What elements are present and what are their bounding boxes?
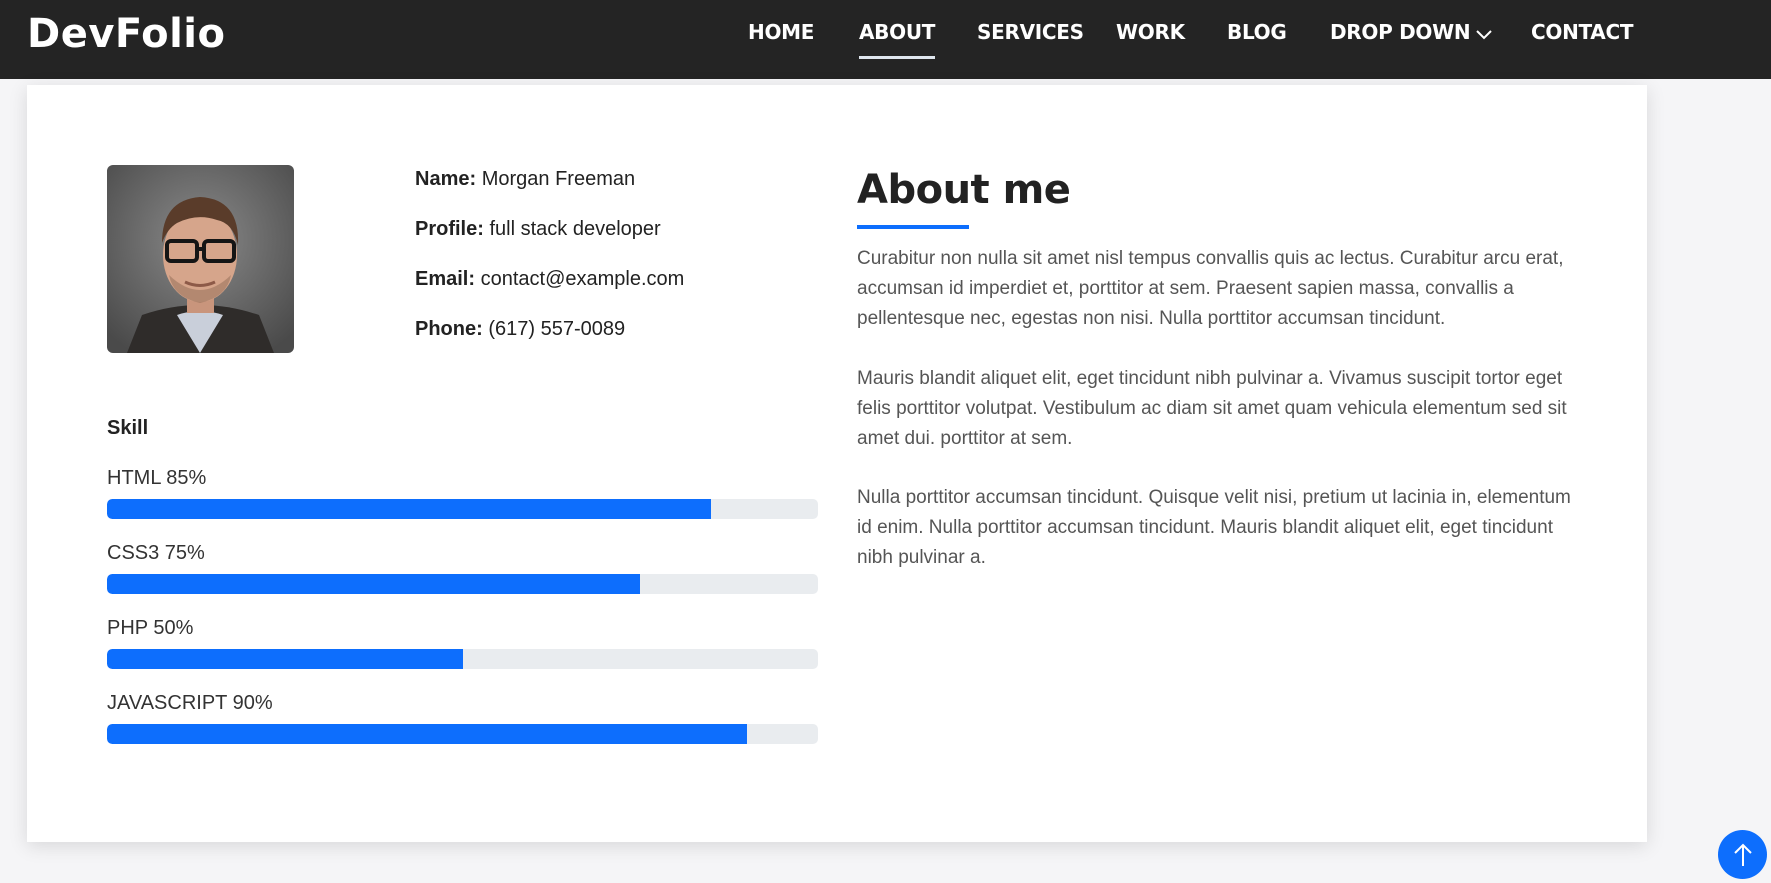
nav-blog[interactable]: BLOG bbox=[1227, 20, 1287, 44]
name-value: Morgan Freeman bbox=[481, 168, 636, 190]
about-paragraph: Mauris blandit aliquet elit, eget tincid… bbox=[857, 368, 1567, 449]
heading-underline bbox=[857, 225, 969, 229]
skill-item: JAVASCRIPT 90% bbox=[107, 692, 818, 744]
main-nav: HOME ABOUT SERVICES WORK BLOG DROP DOWN … bbox=[0, 0, 1771, 79]
skill-label: CSS3 75% bbox=[107, 542, 205, 564]
skill-progress-fill bbox=[107, 574, 641, 594]
skill-label: PHP 50% bbox=[107, 617, 194, 639]
profile-info: Name: Morgan Freeman Profile: full stack… bbox=[415, 168, 684, 368]
email-value: contact@example.com bbox=[480, 268, 685, 290]
about-paragraph: Nulla porttitor accumsan tincidunt. Quis… bbox=[857, 487, 1571, 568]
phone-label: Phone: bbox=[415, 318, 483, 340]
back-to-top-button[interactable] bbox=[1718, 830, 1767, 879]
nav-dropdown-label: DROP DOWN bbox=[1330, 20, 1471, 44]
name-label: Name: bbox=[415, 168, 477, 190]
skill-label: JAVASCRIPT 90% bbox=[107, 692, 273, 714]
skill-progress-fill bbox=[107, 649, 463, 669]
nav-home[interactable]: HOME bbox=[748, 20, 814, 44]
skill-progress-bar bbox=[107, 499, 818, 519]
skill-heading: Skill bbox=[107, 417, 149, 439]
skill-item: CSS3 75% bbox=[107, 542, 818, 594]
skill-progress-bar bbox=[107, 574, 818, 594]
skill-progress-fill bbox=[107, 499, 712, 519]
nav-contact[interactable]: CONTACT bbox=[1531, 20, 1634, 44]
chevron-down-icon bbox=[1476, 29, 1493, 39]
skill-item: PHP 50% bbox=[107, 617, 818, 669]
phone-value: (617) 557-0089 bbox=[488, 318, 626, 340]
profile-phone-row: Phone: (617) 557-0089 bbox=[415, 318, 684, 368]
nav-dropdown[interactable]: DROP DOWN bbox=[1330, 20, 1493, 44]
skill-progress-bar bbox=[107, 724, 818, 744]
nav-work[interactable]: WORK bbox=[1116, 20, 1185, 44]
top-navbar: DevFolio HOME ABOUT SERVICES WORK BLOG D… bbox=[0, 0, 1771, 79]
arrow-up-icon bbox=[1733, 843, 1752, 866]
profile-name-row: Name: Morgan Freeman bbox=[415, 168, 684, 218]
email-label: Email: bbox=[415, 268, 476, 290]
nav-about[interactable]: ABOUT bbox=[859, 20, 935, 59]
about-heading: About me bbox=[857, 167, 1071, 213]
profile-value: full stack developer bbox=[489, 218, 661, 240]
about-paragraph: Curabitur non nulla sit amet nisl tempus… bbox=[857, 248, 1564, 329]
skill-progress-fill bbox=[107, 724, 747, 744]
avatar bbox=[107, 165, 294, 353]
skill-item: HTML 85% bbox=[107, 467, 818, 519]
profile-profile-row: Profile: full stack developer bbox=[415, 218, 684, 268]
skill-progress-bar bbox=[107, 649, 818, 669]
skill-label: HTML 85% bbox=[107, 467, 207, 489]
profile-label: Profile: bbox=[415, 218, 484, 240]
profile-email-row: Email: contact@example.com bbox=[415, 268, 684, 318]
nav-services[interactable]: SERVICES bbox=[977, 20, 1084, 44]
